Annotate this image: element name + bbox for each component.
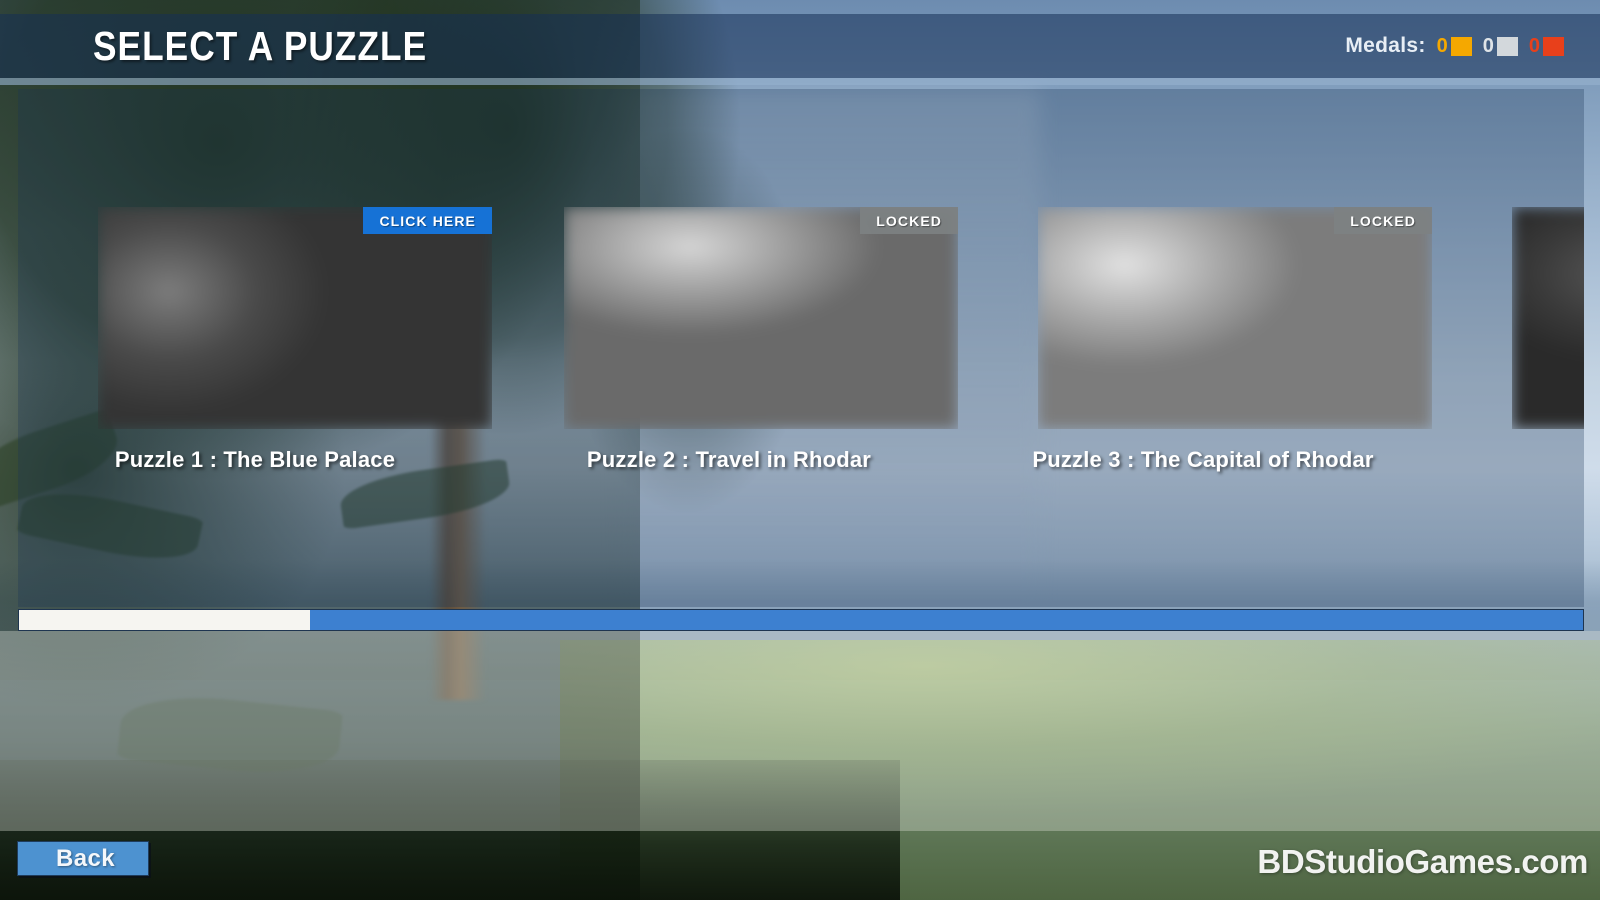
medal-bronze-count: 0 bbox=[1528, 34, 1540, 57]
puzzle-preview-image bbox=[1512, 207, 1584, 429]
settings-panel: Game mode No time limit. No hint limit. … bbox=[0, 631, 1600, 831]
puzzle-thumbnail[interactable]: LOCKED bbox=[564, 207, 958, 429]
medal-gold-count: 0 bbox=[1436, 34, 1448, 57]
puzzle-badge-click-here[interactable]: CLICK HERE bbox=[363, 207, 492, 234]
puzzle-card[interactable] bbox=[1440, 89, 1584, 607]
puzzle-preview-image bbox=[564, 207, 958, 429]
medals-summary: Medals: 0 0 0 bbox=[1345, 34, 1564, 58]
medal-bronze-chip bbox=[1543, 36, 1564, 56]
puzzle-thumbnail[interactable]: CLICK HERE bbox=[98, 207, 492, 429]
puzzle-badge-locked: LOCKED bbox=[860, 207, 958, 234]
medal-silver-chip bbox=[1496, 36, 1518, 56]
puzzle-preview-image bbox=[1038, 207, 1432, 429]
page-title: SELECT A PUZZLE bbox=[93, 22, 428, 69]
puzzle-title: Puzzle 1 : The Blue Palace bbox=[114, 447, 396, 472]
puzzle-preview-image bbox=[98, 207, 492, 429]
puzzle-thumbnail[interactable]: LOCKED bbox=[1038, 207, 1432, 429]
puzzle-carousel-scrollbar[interactable] bbox=[18, 609, 1584, 631]
medal-silver-count: 0 bbox=[1482, 34, 1494, 57]
header-divider bbox=[0, 78, 1600, 85]
medal-gold-chip bbox=[1450, 36, 1472, 56]
scrollbar-thumb[interactable] bbox=[19, 610, 310, 630]
puzzle-card[interactable]: LOCKED Puzzle 3 : The Capital of Rhodar bbox=[966, 89, 1440, 607]
puzzle-thumbnail[interactable] bbox=[1512, 207, 1584, 429]
puzzle-carousel-strip: CLICK HERE Puzzle 1 : The Blue Palace LO… bbox=[18, 89, 1584, 607]
footer-bar: Back BDStudioGames.com bbox=[0, 831, 1600, 900]
puzzle-title: Puzzle 2 : Travel in Rhodar bbox=[586, 447, 872, 472]
puzzle-card[interactable]: LOCKED Puzzle 2 : Travel in Rhodar bbox=[492, 89, 966, 607]
studio-watermark: BDStudioGames.com bbox=[1257, 843, 1588, 880]
medals-label: Medals: bbox=[1345, 34, 1426, 57]
back-button[interactable]: Back bbox=[17, 841, 149, 876]
puzzle-badge-locked: LOCKED bbox=[1334, 207, 1432, 234]
medal-silver: 0 bbox=[1483, 35, 1518, 58]
puzzle-carousel[interactable]: CLICK HERE Puzzle 1 : The Blue Palace LO… bbox=[18, 89, 1584, 607]
app-header: SELECT A PUZZLE Medals: 0 0 0 bbox=[0, 14, 1600, 78]
puzzle-card[interactable]: CLICK HERE Puzzle 1 : The Blue Palace bbox=[18, 89, 492, 607]
medal-gold: 0 bbox=[1437, 35, 1472, 58]
puzzle-title: Puzzle 3 : The Capital of Rhodar bbox=[1032, 447, 1374, 472]
medal-bronze: 0 bbox=[1529, 35, 1564, 58]
